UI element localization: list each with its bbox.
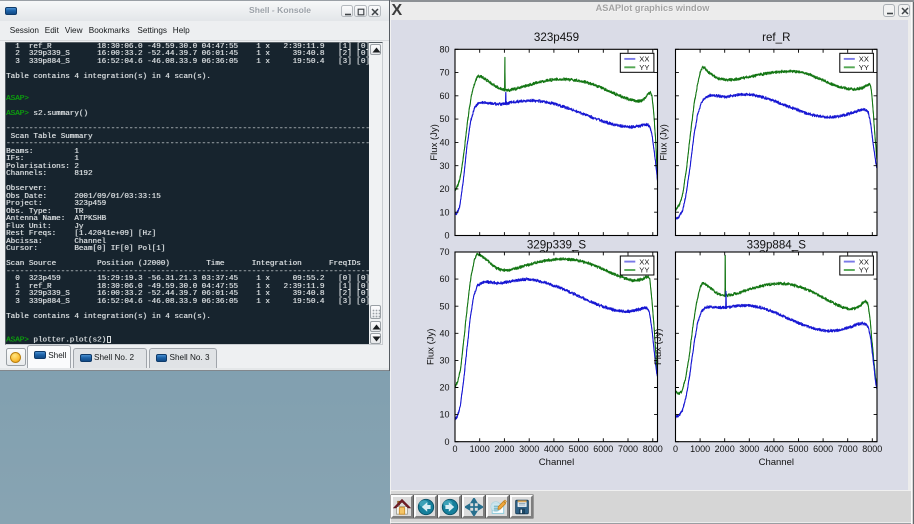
svg-text:339p884_S: 339p884_S [747, 239, 807, 252]
svg-text:0: 0 [444, 437, 449, 447]
svg-text:70: 70 [439, 68, 449, 78]
svg-text:Channel: Channel [539, 457, 574, 468]
svg-text:10: 10 [439, 410, 449, 420]
svg-text:ref_R: ref_R [762, 31, 790, 44]
svg-text:Flux (Jy): Flux (Jy) [426, 329, 437, 365]
svg-text:YY: YY [859, 266, 869, 275]
svg-text:1000: 1000 [690, 444, 710, 454]
svg-text:0: 0 [673, 444, 678, 454]
svg-text:8000: 8000 [643, 444, 663, 454]
svg-text:2000: 2000 [715, 444, 735, 454]
svg-text:3000: 3000 [519, 444, 539, 454]
svg-text:4000: 4000 [764, 444, 784, 454]
svg-text:Flux (Jy): Flux (Jy) [653, 329, 664, 365]
svg-text:40: 40 [439, 328, 449, 338]
svg-text:1000: 1000 [470, 444, 490, 454]
svg-text:20: 20 [439, 184, 449, 194]
svg-text:5000: 5000 [569, 444, 589, 454]
svg-text:329p339_S: 329p339_S [527, 239, 587, 252]
svg-text:Channel: Channel [759, 457, 794, 468]
svg-text:8000: 8000 [862, 444, 882, 454]
svg-text:7000: 7000 [618, 444, 638, 454]
svg-text:YY: YY [639, 266, 649, 275]
svg-text:4000: 4000 [544, 444, 564, 454]
svg-text:Flux (Jy): Flux (Jy) [659, 124, 670, 160]
svg-text:10: 10 [439, 207, 449, 217]
svg-text:6000: 6000 [593, 444, 613, 454]
svg-text:0: 0 [444, 231, 449, 241]
svg-text:50: 50 [439, 301, 449, 311]
svg-text:323p459: 323p459 [534, 31, 579, 44]
svg-text:30: 30 [439, 356, 449, 366]
svg-text:60: 60 [439, 274, 449, 284]
svg-text:6000: 6000 [813, 444, 833, 454]
svg-text:20: 20 [439, 383, 449, 393]
svg-text:0: 0 [452, 444, 457, 454]
svg-text:80: 80 [439, 44, 449, 54]
svg-text:7000: 7000 [838, 444, 858, 454]
svg-text:50: 50 [439, 114, 449, 124]
svg-text:70: 70 [439, 247, 449, 257]
svg-text:40: 40 [439, 138, 449, 148]
svg-text:2000: 2000 [494, 444, 514, 454]
svg-text:YY: YY [859, 63, 869, 72]
svg-text:Flux (Jy): Flux (Jy) [429, 124, 440, 160]
svg-text:YY: YY [639, 63, 649, 72]
svg-text:5000: 5000 [788, 444, 808, 454]
svg-text:60: 60 [439, 91, 449, 101]
svg-text:30: 30 [439, 161, 449, 171]
svg-text:3000: 3000 [739, 444, 759, 454]
